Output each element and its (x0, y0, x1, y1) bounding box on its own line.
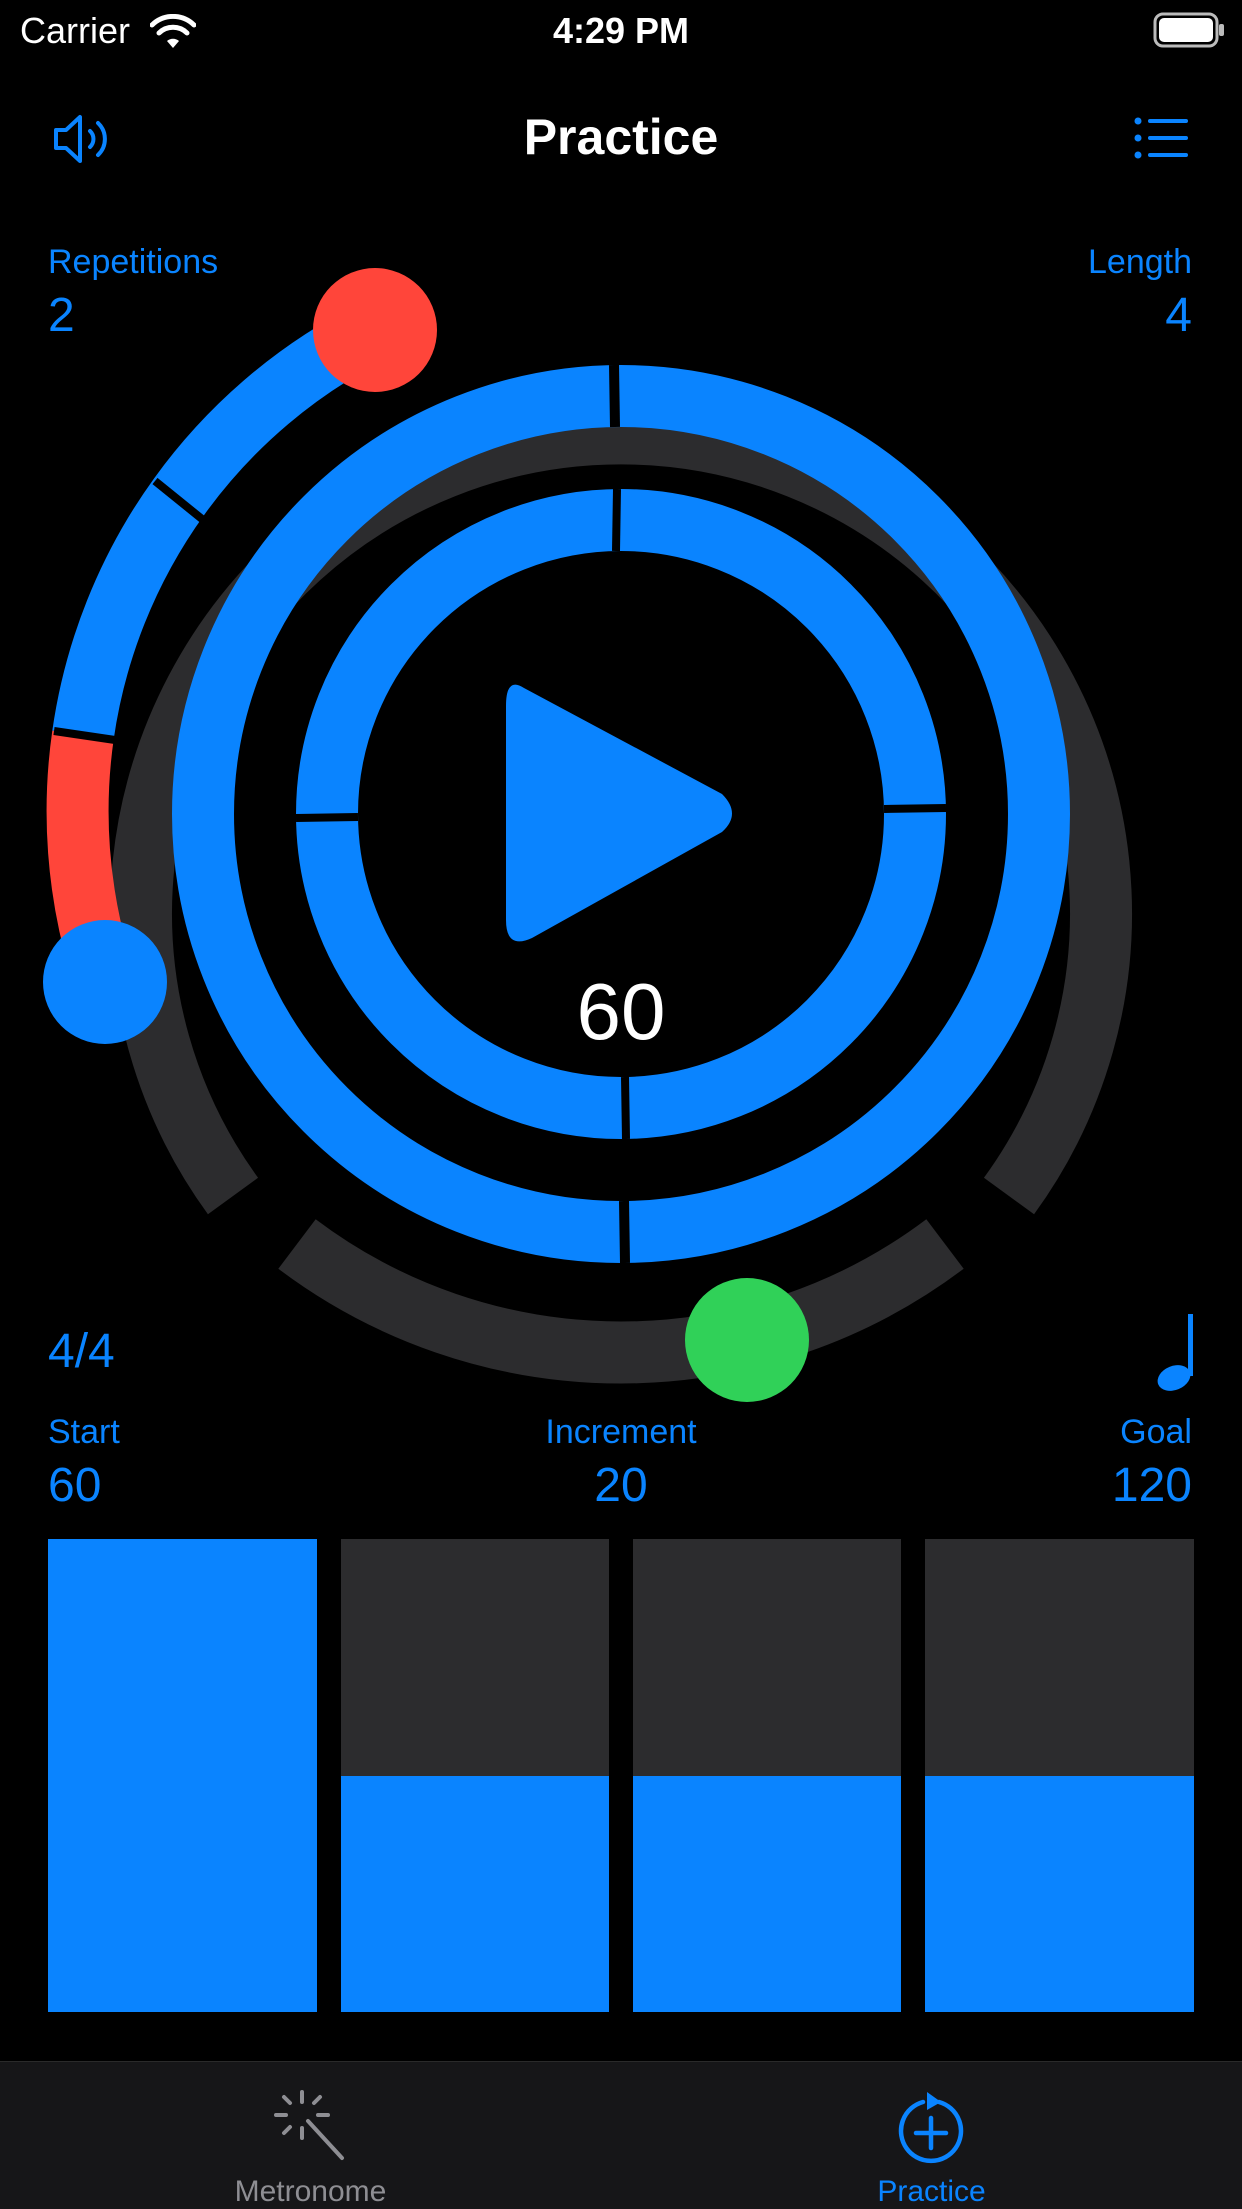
quarter-note-icon[interactable] (1152, 1312, 1200, 1392)
start-value[interactable]: 60 (48, 1458, 101, 1513)
tab-practice[interactable]: Practice (621, 2062, 1242, 2209)
practice-dial (43, 268, 1132, 1402)
tempo-knob[interactable] (685, 1278, 809, 1402)
tempo-bar[interactable] (341, 1539, 609, 2012)
time-signature[interactable]: 4/4 (48, 1324, 115, 1379)
tempo-bar[interactable] (633, 1539, 901, 2012)
tab-metronome[interactable]: Metronome (0, 2062, 621, 2209)
add-repeat-icon (898, 2092, 964, 2164)
length-knob[interactable] (43, 920, 167, 1044)
increment-label: Increment (545, 1413, 697, 1451)
increment-value[interactable]: 20 (471, 1458, 771, 1513)
goal-value[interactable]: 120 (1112, 1458, 1192, 1513)
tab-bar: Metronome Practice (0, 2061, 1242, 2209)
tab-metronome-label: Metronome (234, 2175, 387, 2208)
start-label: Start (48, 1413, 120, 1451)
goal-label: Goal (1120, 1413, 1192, 1451)
magic-wand-icon (274, 2090, 344, 2160)
tab-practice-label: Practice (877, 2175, 986, 2208)
tempo-bpm: 60 (576, 967, 666, 1056)
tempo-bar[interactable] (925, 1539, 1194, 2012)
play-icon[interactable] (506, 684, 732, 942)
tempo-bar[interactable] (48, 1539, 317, 2012)
repetitions-knob[interactable] (313, 268, 437, 392)
